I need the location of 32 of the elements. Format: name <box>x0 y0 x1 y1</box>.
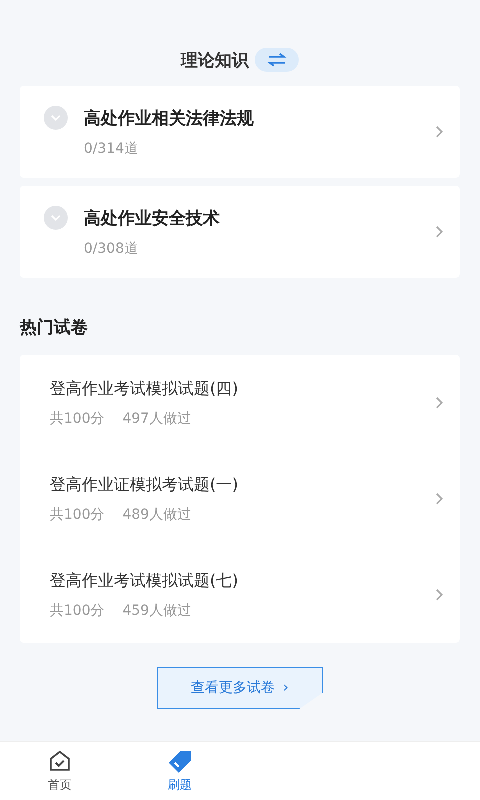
total-score: 共100分 <box>50 506 105 524</box>
exam-row[interactable]: 登高作业证模拟考试题(一) 共100分 489人做过 <box>20 451 460 547</box>
total-score: 共100分 <box>50 410 105 428</box>
house-check-icon <box>48 748 72 772</box>
total-score: 共100分 <box>50 602 105 620</box>
exam-row[interactable]: 登高作业考试模拟试题(四) 共100分 497人做过 <box>20 355 460 451</box>
nav-tab[interactable]: 刷题 <box>120 742 240 800</box>
exam-row[interactable]: 登高作业考试模拟试题(七) 共100分 459人做过 <box>20 547 460 643</box>
chevron-right-icon <box>436 126 444 138</box>
swap-arrows-icon <box>267 53 287 67</box>
chevron-right-icon <box>436 397 444 409</box>
question-count: 0/308道 <box>84 240 140 258</box>
exam-title: 登高作业证模拟考试题(一) <box>50 474 240 496</box>
tag-icon <box>167 748 193 772</box>
section-title: 理论知识 <box>181 50 249 72</box>
taker-count: 459人做过 <box>122 602 192 620</box>
chevron-right-icon <box>436 589 444 601</box>
switch-button[interactable] <box>255 48 299 72</box>
chevron-right-icon <box>436 493 444 505</box>
taker-count: 489人做过 <box>122 506 192 524</box>
subject-title: 高处作业相关法律法规 <box>84 108 255 130</box>
subject-card[interactable]: 高处作业相关法律法规 0/314道 <box>20 86 460 178</box>
section-heading: 热门试卷 <box>20 317 89 339</box>
exam-title: 登高作业考试模拟试题(四) <box>50 378 240 400</box>
more-exams-button[interactable]: 查看更多试卷 › <box>157 667 323 709</box>
nav-tab[interactable]: 首页 <box>0 742 120 800</box>
subject-title: 高处作业安全技术 <box>84 208 221 230</box>
chevron-right-icon <box>436 226 444 238</box>
subject-card[interactable]: 高处作业安全技术 0/308道 <box>20 186 460 278</box>
question-count: 0/314道 <box>84 140 140 158</box>
exam-title: 登高作业考试模拟试题(七) <box>50 570 240 592</box>
taker-count: 497人做过 <box>122 410 192 428</box>
